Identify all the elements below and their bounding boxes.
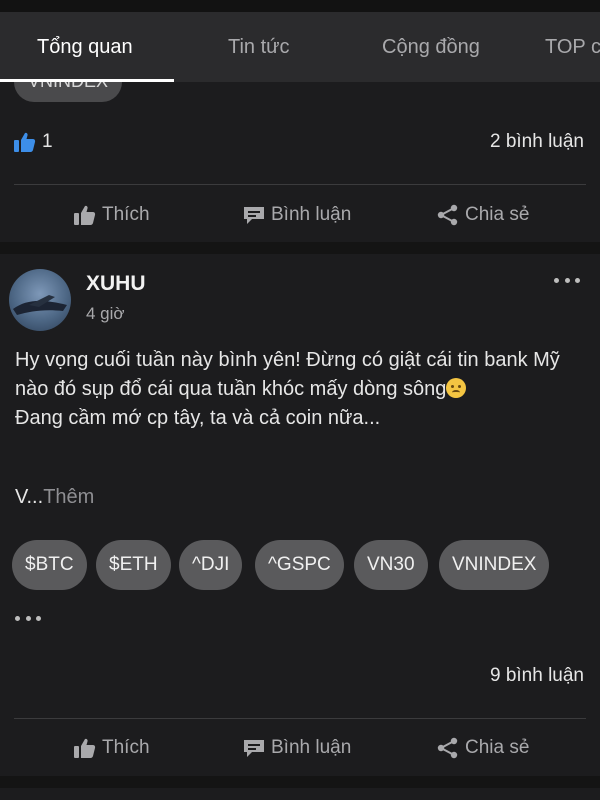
post-stats: 1 2 bình luận [0,122,600,162]
truncated-text: V... [15,486,44,508]
tab-top[interactable]: TOP c [545,12,600,82]
status-strip [0,0,600,12]
thumbs-up-icon [14,132,36,152]
like-button[interactable]: Thích [74,721,150,775]
tab-news[interactable]: Tin tức [228,12,290,82]
see-more-link[interactable]: V...Thêm [15,486,94,509]
tab-community[interactable]: Cộng đồng [382,12,480,82]
more-tags-icon[interactable] [15,616,41,622]
tag-pill[interactable]: ^GSPC [255,540,344,590]
post-separator [0,242,600,254]
tag-pill[interactable]: VNINDEX [14,82,122,102]
tab-overview[interactable]: Tổng quan [37,12,133,82]
like-label: Thích [102,737,150,758]
see-more-label: Thêm [43,486,95,508]
post-stats: 9 bình luận [0,656,600,696]
avatar-image [13,295,67,315]
post-body: Hy vọng cuối tuần này bình yên! Đừng có … [15,346,590,433]
post-header: XUHU 4 giờ [0,258,600,338]
share-icon [437,737,458,759]
comment-count[interactable]: 2 bình luận [490,122,584,162]
share-label: Chia sẻ [465,737,530,758]
tag-label: VNINDEX [28,82,108,92]
comment-label: Bình luận [271,737,352,758]
share-button[interactable]: Chia sẻ [437,721,529,775]
post-separator [0,776,600,788]
tab-bar: Tổng quan Tin tức Cộng đồng TOP c [0,12,600,82]
post-actions: Thích Bình luận Chia sẻ [0,721,600,775]
tag-list: $BTC $ETH ^DJI ^GSPC VN30 VNINDEX [12,540,592,590]
share-label: Chia sẻ [465,204,530,225]
comment-icon [244,207,264,224]
like-label: Thích [102,204,150,225]
like-button[interactable]: Thích [74,188,150,242]
crying-emoji-icon [446,378,467,398]
post-actions: Thích Bình luận Chia sẻ [0,188,600,242]
avatar[interactable] [9,269,71,331]
thumbs-up-icon [74,205,96,225]
like-count: 1 [42,131,53,152]
post-author[interactable]: XUHU [86,272,146,296]
share-button[interactable]: Chia sẻ [437,188,529,242]
divider [14,718,586,719]
tag-pill[interactable]: $ETH [96,540,171,590]
like-summary[interactable]: 1 [14,122,53,162]
tag-pill[interactable]: VN30 [354,540,428,590]
comment-icon [244,740,264,757]
comment-count[interactable]: 9 bình luận [490,656,584,696]
tag-pill[interactable]: ^DJI [179,540,243,590]
comment-label: Bình luận [271,204,352,225]
comment-button[interactable]: Bình luận [243,721,351,775]
share-icon [437,204,458,226]
post-time: 4 giờ [86,304,125,323]
post-text-line2: Đang cầm mớ cp tây, ta và cả coin nữa... [15,407,381,429]
post-text-line1: Hy vọng cuối tuần này bình yên! Đừng có … [15,349,560,400]
tag-pill[interactable]: $BTC [12,540,87,590]
comment-button[interactable]: Bình luận [243,188,351,242]
tag-pill[interactable]: VNINDEX [439,540,550,590]
divider [14,184,586,185]
more-options-icon[interactable] [554,278,580,286]
thumbs-up-icon [74,738,96,758]
